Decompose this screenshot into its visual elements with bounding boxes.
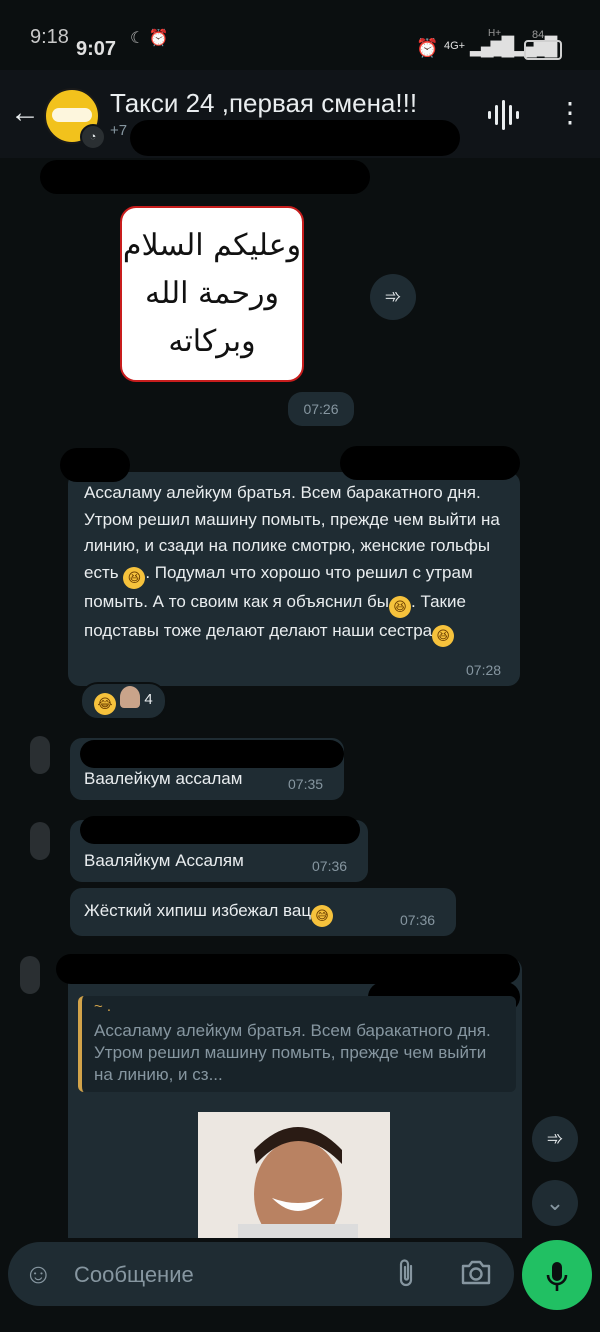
rofl-emoji-icon: 😆 — [432, 624, 455, 647]
message-text: Жёсткий хипиш избежал вац 😅 — [84, 898, 334, 927]
forward-icon[interactable]: ➾ — [370, 274, 416, 320]
sticker-image[interactable]: وعليكم السلام ورحمة الله وبركاته — [120, 206, 304, 382]
status-time-back: 9:18 — [30, 26, 69, 48]
redaction — [56, 954, 520, 984]
status-time: 9:07 — [76, 38, 117, 60]
message-input[interactable]: Сообщение — [74, 1262, 194, 1288]
forward-icon[interactable]: ➾ — [532, 1116, 578, 1162]
mic-icon[interactable] — [522, 1240, 592, 1310]
quote-text: Ассаламу алейкум братья. Всем баракатног… — [94, 1021, 491, 1084]
facepalm-emoji-icon — [120, 686, 141, 708]
avatar — [20, 956, 40, 994]
waveform-icon[interactable] — [486, 100, 520, 137]
moon-icon: ☾ ⏰ — [130, 30, 169, 47]
reactions-badge[interactable]: 😂 4 — [80, 682, 167, 720]
paperclip-icon[interactable] — [396, 1258, 416, 1295]
emoji-icon[interactable]: ☺ — [24, 1258, 53, 1290]
rofl-emoji-icon: 😆 — [123, 566, 146, 589]
more-vert-icon[interactable]: ⋮ — [556, 96, 584, 129]
message-time: 07:36 — [400, 912, 436, 928]
message-text: Ваалейкум ассалам — [84, 769, 243, 788]
camera-icon[interactable] — [460, 1258, 492, 1293]
chevron-down-double-icon[interactable]: ⌄ — [532, 1180, 578, 1226]
sticker-time: 07:26 — [288, 392, 354, 426]
message-time: 07:35 — [288, 776, 324, 792]
back-icon[interactable]: ← — [10, 96, 40, 130]
message-time: 07:36 — [312, 858, 348, 874]
quote-author: ~ . — [94, 998, 112, 1015]
avatar — [30, 736, 50, 774]
redaction — [60, 448, 130, 482]
sticker-text: وعليكم السلام ورحمة الله وبركاته — [122, 228, 302, 359]
message-text: Ассаламу алейкум братья. Всем баракатног… — [84, 480, 510, 647]
redaction — [130, 120, 460, 156]
community-badge-icon: ◔ — [80, 124, 106, 150]
redaction — [40, 160, 370, 194]
avatar — [30, 822, 50, 860]
message-text: Вааляйкум Ассалям — [84, 851, 244, 870]
battery-icon: 85 — [524, 40, 562, 60]
chat-subtitle: +7 — [110, 122, 128, 139]
reaction-count: 4 — [144, 691, 153, 708]
message-time: 07:28 — [466, 662, 502, 678]
network-type: 4G+ — [444, 40, 466, 52]
chat-title[interactable]: Такси 24 ,первая смена!!! — [110, 88, 417, 119]
photo-image[interactable] — [198, 1112, 390, 1238]
alarm-icon: ⏰ — [416, 38, 439, 58]
rofl-emoji-icon: 😆 — [389, 595, 411, 618]
redaction — [80, 740, 344, 768]
redaction — [340, 446, 520, 480]
logo-mark — [52, 108, 92, 122]
redaction — [80, 816, 360, 844]
grin-sweat-emoji-icon: 😅 — [311, 905, 334, 927]
laugh-emoji-icon: 😂 — [94, 693, 116, 715]
